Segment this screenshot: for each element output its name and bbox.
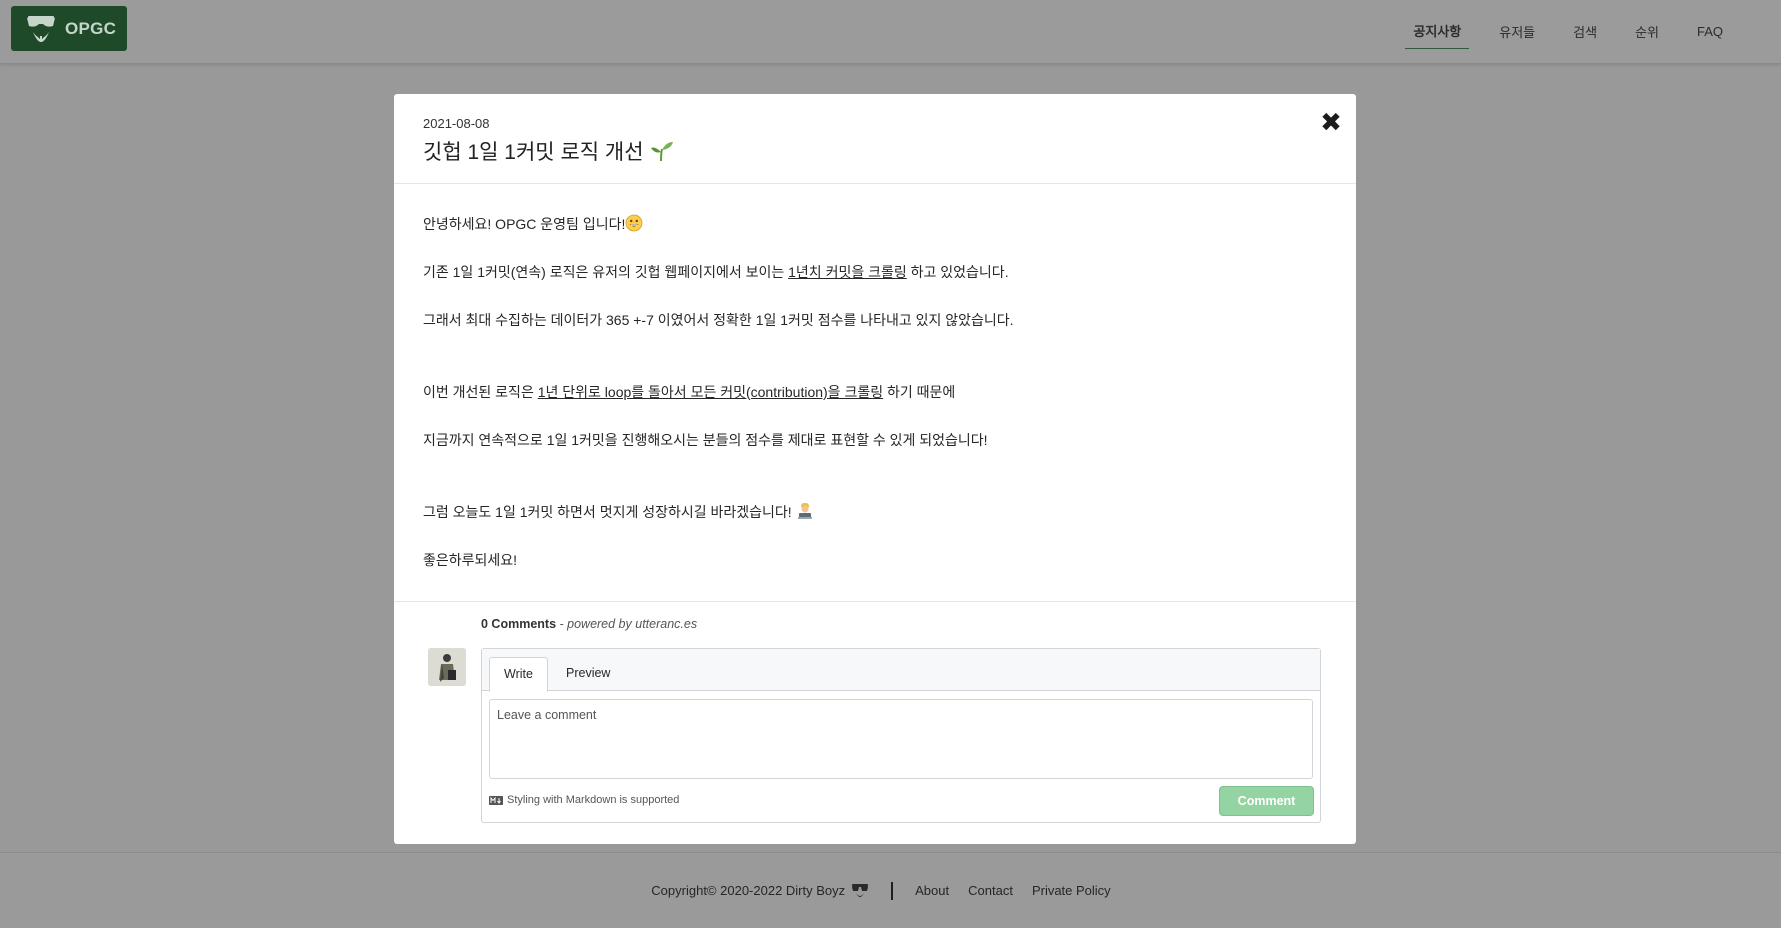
notice-title-text: 깃헙 1일 1커밋 로직 개선 [423, 141, 644, 164]
old-logic-underline: 1년치 커밋을 크롤링 [788, 264, 907, 280]
bye-text: 좋은하루되세요! [423, 552, 518, 568]
dirty-boyz-footer-icon [851, 883, 869, 899]
notice-title: 깃헙 1일 1커밋 로직 개선 [423, 136, 1327, 166]
new-logic-underline: 1년 단위로 loop를 돌아서 모든 커밋(contribution)을 크롤… [537, 384, 884, 400]
comment-input[interactable] [489, 699, 1313, 779]
powered-by-text: - powered by utteranc.es [556, 617, 698, 631]
nav-ranking[interactable]: 순위 [1627, 16, 1667, 49]
comments-count-text: 0 Comments [481, 617, 557, 631]
technologist-emoji-icon [796, 502, 814, 520]
paragraph-limit: 그래서 최대 수집하는 데이터가 365 +-7 이였어서 정확한 1일 1커밋… [423, 310, 1327, 382]
new-logic-text-end: 하기 때문에 [883, 384, 956, 400]
paragraph-old-logic: 기존 1일 1커밋(연속) 로직은 유저의 깃헙 웹페이지에서 보이는 1년치 … [423, 262, 1327, 310]
smiley-emoji-icon [625, 214, 643, 232]
paragraph-result: 지금까지 연속적으로 1일 1커밋을 진행해오시는 분들의 점수를 제대로 표현… [423, 430, 1327, 502]
markdown-hint-text: Styling with Markdown is supported [507, 794, 680, 806]
limit-text: 그래서 최대 수집하는 데이터가 365 +-7 이였어서 정확한 1일 1커밋… [423, 312, 1014, 328]
top-navbar: OPGC 공지사항 유저들 검색 순위 FAQ [0, 0, 1781, 64]
footer-copyright: Copyright© 2020-2022 Dirty Boyz [651, 883, 869, 899]
tab-preview[interactable]: Preview [552, 657, 624, 691]
nav-notices[interactable]: 공지사항 [1405, 15, 1470, 49]
logo-text: OPGC [65, 18, 117, 38]
dirty-boyz-logo-icon [25, 12, 57, 46]
paragraph-new-logic: 이번 개선된 로직은 1년 단위로 loop를 돌아서 모든 커밋(contri… [423, 382, 1327, 430]
paragraph-wish: 그럼 오늘도 1일 1커밋 하면서 멋지게 성장하시길 바라겠습니다! [423, 502, 1327, 550]
comment-editor: Write Preview Styling with Markdown is s… [481, 648, 1321, 823]
close-button[interactable]: ✖ [1318, 110, 1344, 136]
comment-submit-button[interactable]: Comment [1219, 786, 1314, 816]
sprout-icon [650, 139, 674, 163]
footer: Copyright© 2020-2022 Dirty Boyz About Co… [0, 852, 1781, 928]
notice-body: 안녕하세요! OPGC 운영팀 입니다! 기존 1일 1커밋(연속) 로직은 유… [394, 184, 1356, 602]
result-text: 지금까지 연속적으로 1일 1커밋을 진행해오시는 분들의 점수를 제대로 표현… [423, 432, 988, 448]
avatar[interactable] [428, 648, 466, 686]
footer-about-link[interactable]: About [915, 883, 949, 898]
markdown-icon [489, 795, 503, 805]
footer-contact-link[interactable]: Contact [968, 883, 1013, 898]
notice-modal: 2021-08-08 깃헙 1일 1커밋 로직 개선 ✖ 안녕하세요! OPGC… [394, 94, 1356, 844]
comments-count: 0 Comments - powered by utteranc.es [481, 617, 697, 631]
old-logic-text: 기존 1일 1커밋(연속) 로직은 유저의 깃헙 웹페이지에서 보이는 [423, 264, 789, 280]
copyright-text: Copyright© 2020-2022 Dirty Boyz [651, 883, 846, 898]
modal-header: 2021-08-08 깃헙 1일 1커밋 로직 개선 ✖ [394, 94, 1356, 184]
main-nav: 공지사항 유저들 검색 순위 FAQ [1383, 0, 1731, 64]
greeting-text: 안녕하세요! OPGC 운영팀 입니다! [423, 216, 626, 232]
notice-date: 2021-08-08 [423, 116, 490, 131]
markdown-hint[interactable]: Styling with Markdown is supported [489, 794, 679, 806]
new-logic-text: 이번 개선된 로직은 [423, 384, 538, 400]
footer-divider [891, 881, 894, 900]
wish-text: 그럼 오늘도 1일 1커밋 하면서 멋지게 성장하시길 바라겠습니다! [423, 504, 796, 520]
paragraph-bye: 좋은하루되세요! [423, 550, 1327, 598]
nav-users[interactable]: 유저들 [1491, 16, 1543, 49]
footer-privacy-link[interactable]: Private Policy [1032, 883, 1111, 898]
logo[interactable]: OPGC [11, 6, 127, 51]
paragraph-greeting: 안녕하세요! OPGC 운영팀 입니다! [423, 214, 1327, 262]
editor-tabs: Write Preview [482, 649, 1320, 692]
old-logic-text-end: 하고 있었습니다. [906, 264, 1009, 280]
nav-search[interactable]: 검색 [1565, 16, 1605, 49]
tab-write[interactable]: Write [489, 657, 548, 692]
nav-faq[interactable]: FAQ [1689, 18, 1731, 47]
